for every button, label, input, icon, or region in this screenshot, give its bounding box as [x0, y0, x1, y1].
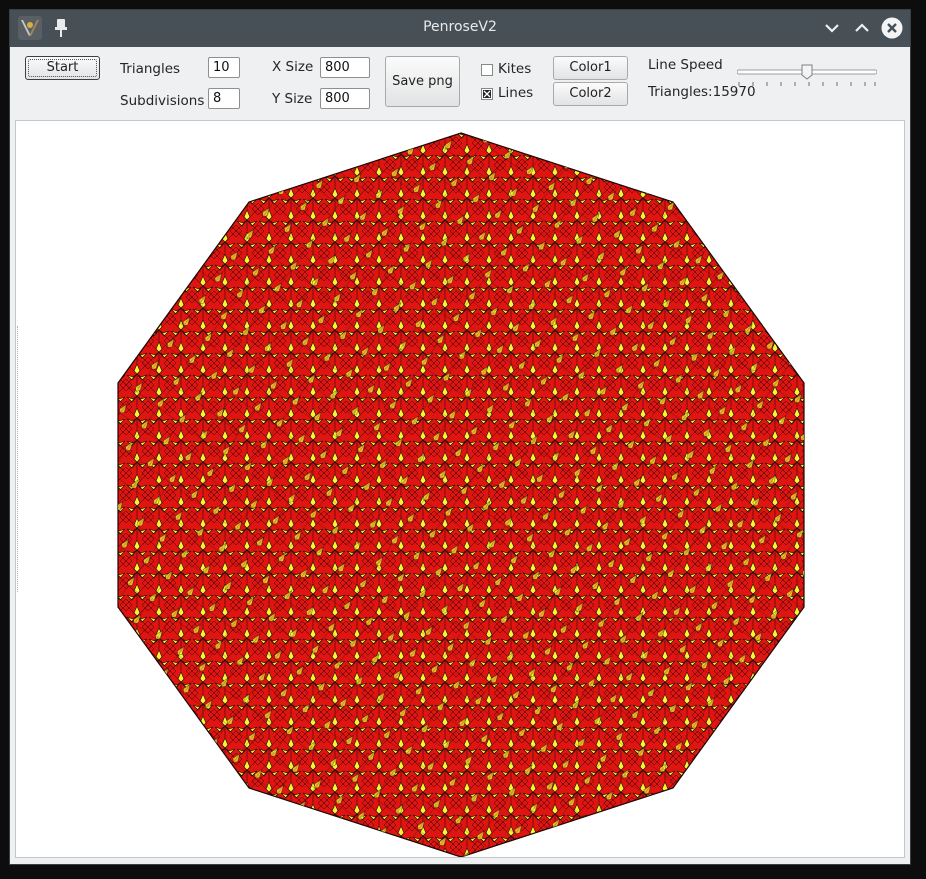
- splitter-handle[interactable]: [17, 326, 18, 592]
- lines-label: Lines: [498, 85, 534, 101]
- window-title: PenroseV2: [423, 19, 497, 35]
- toolbar: Start Triangles 10 Subdivisions 8 X Size…: [10, 47, 910, 120]
- subdivisions-label: Subdivisions: [120, 93, 205, 109]
- start-button-label: Start: [46, 60, 79, 75]
- save-png-button[interactable]: Save png: [385, 56, 460, 107]
- title-bar: PenroseV2: [10, 10, 910, 47]
- maximize-icon[interactable]: [851, 17, 873, 39]
- triangles-label: Triangles: [120, 61, 181, 77]
- subdivisions-input[interactable]: 8: [208, 88, 240, 109]
- start-button[interactable]: Start: [25, 56, 100, 80]
- triangle-count: Triangles:15970: [648, 84, 756, 100]
- xsize-label: X Size: [272, 59, 314, 75]
- ysize-input[interactable]: 800: [320, 88, 370, 109]
- line-speed-label: Line Speed: [648, 57, 723, 73]
- xsize-input[interactable]: 800: [320, 57, 370, 78]
- decagon-tiling-overlay: [118, 133, 804, 857]
- penrose-window: PenroseV2 Start Triangles 10 Subdivision…: [9, 9, 911, 865]
- kites-checkbox[interactable]: [481, 64, 493, 76]
- penrose-canvas-panel: [15, 120, 905, 858]
- color1-button[interactable]: Color1: [553, 56, 628, 80]
- slider-handle[interactable]: [801, 64, 813, 80]
- close-icon[interactable]: [881, 17, 903, 39]
- triangles-input[interactable]: 10: [208, 57, 240, 78]
- line-speed-slider[interactable]: [737, 62, 877, 92]
- minimize-icon[interactable]: [821, 17, 843, 39]
- color2-button[interactable]: Color2: [553, 82, 628, 106]
- ysize-label: Y Size: [272, 91, 313, 107]
- kites-label: Kites: [498, 61, 532, 77]
- check-mark-icon: [483, 90, 491, 98]
- penrose-tiling-canvas: [117, 132, 805, 858]
- lines-checkbox[interactable]: [481, 88, 493, 100]
